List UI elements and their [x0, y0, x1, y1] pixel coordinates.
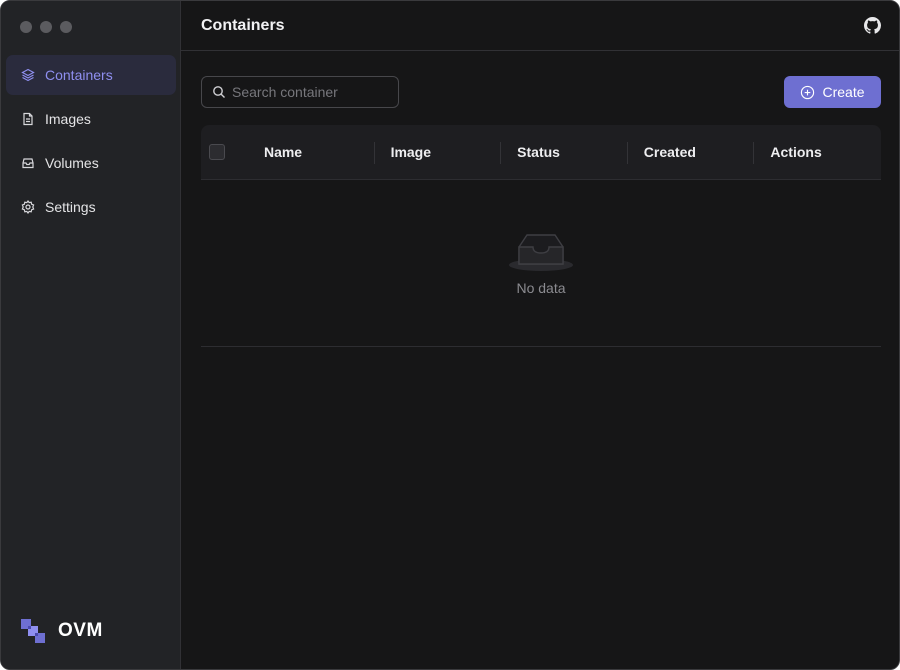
- brand-name: OVM: [58, 620, 103, 641]
- containers-table: Name Image Status Created Actions No dat…: [201, 125, 881, 347]
- empty-inbox-icon: [509, 233, 573, 271]
- ovm-logo-icon: [21, 619, 45, 643]
- plus-circle-icon: [801, 85, 815, 99]
- page-title: Containers: [201, 16, 285, 34]
- sidebar-item-volumes[interactable]: Volumes: [6, 143, 176, 183]
- column-header-created[interactable]: Created: [628, 142, 755, 164]
- box-icon: [21, 156, 35, 170]
- gear-icon: [21, 200, 35, 214]
- sidebar-item-label: Settings: [45, 199, 96, 215]
- page-header: Containers: [181, 1, 899, 51]
- app-window: Containers Images Volumes Settings OVM C…: [0, 0, 900, 670]
- create-button[interactable]: Create: [784, 76, 881, 108]
- empty-state-text: No data: [516, 279, 566, 296]
- main-panel: Containers Create: [181, 1, 899, 669]
- column-header-actions: Actions: [770, 144, 822, 160]
- column-header-status[interactable]: Status: [501, 142, 628, 164]
- search-input[interactable]: [232, 84, 392, 100]
- select-all-cell: [201, 144, 248, 160]
- close-window-button[interactable]: [20, 21, 32, 33]
- column-header-image[interactable]: Image: [375, 142, 502, 164]
- table-header: Name Image Status Created Actions: [201, 125, 881, 180]
- sidebar: Containers Images Volumes Settings OVM: [1, 1, 181, 669]
- sidebar-item-containers[interactable]: Containers: [6, 55, 176, 95]
- window-controls: [20, 21, 72, 33]
- sidebar-item-settings[interactable]: Settings: [6, 187, 176, 227]
- file-icon: [21, 112, 35, 126]
- search-box[interactable]: [201, 76, 399, 108]
- empty-state: No data: [201, 180, 881, 347]
- column-header-name[interactable]: Name: [248, 142, 375, 164]
- sidebar-item-label: Images: [45, 111, 91, 127]
- search-icon: [213, 86, 225, 98]
- sidebar-item-images[interactable]: Images: [6, 99, 176, 139]
- create-button-label: Create: [822, 84, 865, 100]
- zoom-window-button[interactable]: [60, 21, 72, 33]
- brand: OVM: [21, 619, 103, 643]
- sidebar-nav: Containers Images Volumes Settings: [6, 55, 176, 231]
- sidebar-item-label: Volumes: [45, 155, 99, 171]
- select-all-checkbox[interactable]: [209, 144, 225, 160]
- toolbar: Create: [201, 76, 881, 108]
- minimize-window-button[interactable]: [40, 21, 52, 33]
- containers-icon: [21, 68, 35, 82]
- github-icon[interactable]: [864, 17, 881, 34]
- sidebar-item-label: Containers: [45, 67, 113, 83]
